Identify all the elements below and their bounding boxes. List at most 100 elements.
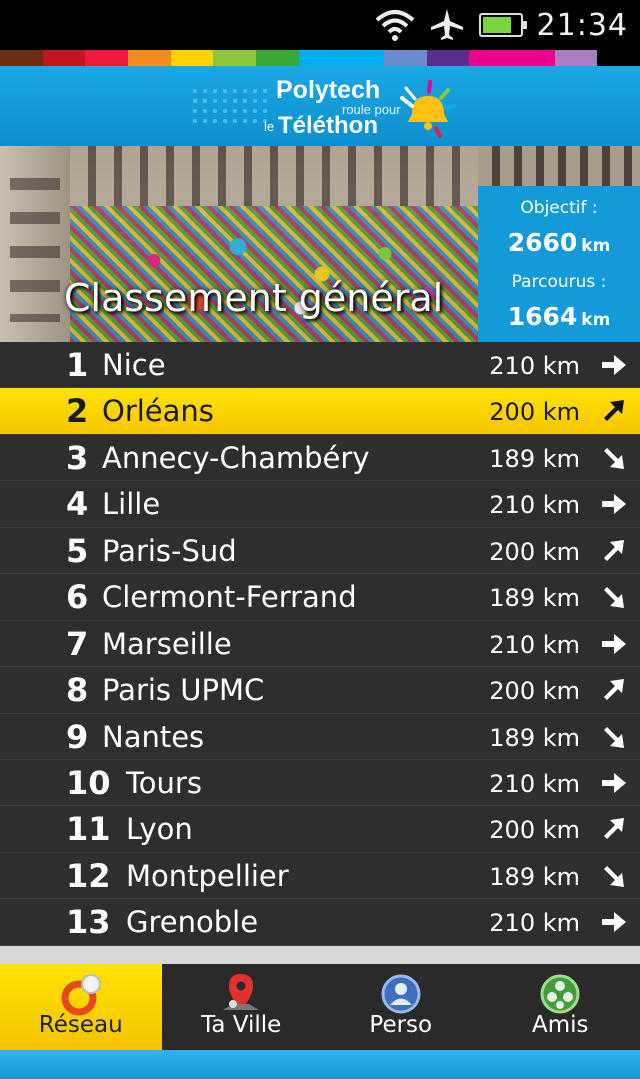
logo-title: Polytech [276, 76, 381, 104]
ranking-position: 4 [66, 485, 89, 524]
ranking-position: 3 [66, 438, 89, 477]
tab-perso[interactable]: Perso [321, 964, 481, 1050]
color-strip-segment [341, 50, 385, 66]
ranking-city: Montpellier [126, 858, 289, 893]
ranking-distance: 189 km [489, 444, 580, 473]
ranking-position: 13 [66, 903, 111, 942]
ranking-distance: 210 km [489, 352, 580, 380]
color-strip-segment [0, 50, 43, 66]
ranking-row[interactable]: 12 Montpellier 189 km [0, 853, 640, 900]
polytech-telethon-logo: Polytech roule pour le Téléthon [262, 72, 462, 142]
ranking-city: Nice [102, 348, 166, 382]
ranking-row[interactable]: 10 Tours 210 km [0, 760, 640, 807]
banner-dots-decoration [190, 86, 270, 126]
airplane-icon [430, 9, 463, 40]
tab-reseau[interactable]: Réseau [0, 964, 162, 1050]
parcourus-value: 1664 [507, 302, 578, 331]
ranking-row[interactable]: 9 Nantes 189 km [0, 714, 640, 760]
color-strip-segment [384, 50, 427, 66]
color-strip-segment [256, 50, 299, 66]
ranking-city: Lille [102, 487, 161, 522]
ranking-position: 8 [66, 671, 89, 710]
tab-amis-label: Amis [531, 1012, 589, 1038]
arrow-down-right-icon [600, 863, 628, 889]
ranking-distance: 189 km [489, 862, 580, 891]
ranking-row[interactable]: 8 Paris UPMC 200 km [0, 667, 640, 714]
ranking-row[interactable]: 11 Lyon 200 km [0, 806, 640, 853]
ranking-position: 11 [66, 810, 111, 849]
bottom-navigation: Réseau Ta Ville Perso Amis [0, 964, 640, 1050]
ranking-row[interactable]: 2 Orléans 200 km [0, 388, 640, 435]
color-strip-segment [554, 50, 598, 66]
ranking-city: Grenoble [126, 905, 259, 940]
ranking-city: Tours [126, 765, 202, 800]
logo-telethon: Téléthon [278, 112, 378, 139]
ranking-distance: 210 km [489, 909, 580, 938]
color-strip-segment [85, 50, 129, 66]
color-strip-segment [298, 50, 342, 66]
ranking-row[interactable]: 1 Nice 210 km [0, 342, 640, 389]
ranking-position: 12 [66, 856, 111, 895]
ranking-row[interactable]: 7 Marseille 210 km [0, 621, 640, 668]
ranking-row[interactable]: 13 Grenoble 210 km [0, 899, 640, 946]
bottom-accent-bar [0, 1050, 640, 1079]
arrow-right-icon [600, 770, 628, 796]
arrow-down-right-icon [600, 724, 628, 750]
color-strip-segment [512, 50, 555, 66]
ranking-row[interactable]: 5 Paris-Sud 200 km [0, 528, 640, 575]
ranking-list[interactable]: 1 Nice 210 km 2 Orléans 200 km 3 Annecy-Chambér… [0, 342, 640, 946]
arrow-down-right-icon [600, 445, 628, 471]
color-strip-segment [426, 50, 470, 66]
ranking-distance: 210 km [489, 630, 580, 659]
friends-icon [540, 974, 580, 1014]
ranking-city: Annecy-Chambéry [102, 440, 370, 475]
battery-icon [478, 13, 527, 37]
arrow-up-right-icon [600, 538, 628, 564]
ranking-position: 5 [66, 531, 89, 570]
ranking-city: Paris UPMC [102, 673, 265, 708]
ranking-position: 6 [66, 578, 89, 617]
parcourus-label: Parcourus : [511, 272, 607, 292]
list-footer-divider [0, 946, 640, 964]
ranking-row[interactable]: 4 Lille 210 km [0, 481, 640, 528]
ranking-position: 7 [66, 624, 89, 663]
ranking-position: 10 [66, 763, 111, 802]
ranking-distance: 200 km [489, 816, 580, 845]
color-strip-segment [42, 50, 86, 66]
ranking-city: Orléans [102, 394, 214, 429]
color-strip-segment [469, 50, 513, 66]
network-icon [61, 974, 101, 1016]
stats-panel: Objectif : 2660 km Parcourus : 1664 km [478, 186, 640, 342]
color-strip-segment [597, 50, 640, 66]
ranking-distance: 210 km [489, 491, 580, 520]
ranking-position: 9 [66, 717, 89, 756]
color-strip [0, 50, 640, 66]
ranking-distance: 210 km [489, 769, 580, 798]
color-strip-segment [213, 50, 257, 66]
tab-reseau-label: Réseau [38, 1012, 123, 1038]
ranking-position: 2 [66, 392, 89, 431]
ranking-city: Lyon [126, 812, 193, 847]
tab-amis[interactable]: Amis [481, 964, 640, 1050]
parcourus-unit: km [581, 310, 611, 330]
objectif-value: 2660 [507, 228, 578, 257]
arrow-up-right-icon [600, 398, 628, 424]
objectif-unit: km [581, 236, 611, 256]
person-icon [381, 974, 421, 1014]
ranking-distance: 200 km [489, 398, 580, 427]
ranking-distance: 200 km [489, 677, 580, 706]
color-strip-segment [170, 50, 214, 66]
objectif-label: Objectif : [520, 198, 598, 218]
ranking-row[interactable]: 6 Clermont-Ferrand 189 km [0, 574, 640, 621]
tab-ta-ville[interactable]: Ta Ville [162, 964, 322, 1050]
arrow-up-right-icon [600, 816, 628, 842]
ranking-row[interactable]: 3 Annecy-Chambéry 189 km [0, 435, 640, 482]
ranking-city: Paris-Sud [102, 533, 237, 568]
arrow-right-icon [600, 909, 628, 935]
tab-ta-ville-label: Ta Ville [201, 1012, 282, 1038]
status-bar: 21:34 [0, 0, 640, 50]
ranking-city: Marseille [102, 626, 232, 661]
arrow-down-right-icon [600, 584, 628, 610]
status-time: 21:34 [536, 7, 628, 43]
page-title: Classement général [64, 276, 444, 320]
